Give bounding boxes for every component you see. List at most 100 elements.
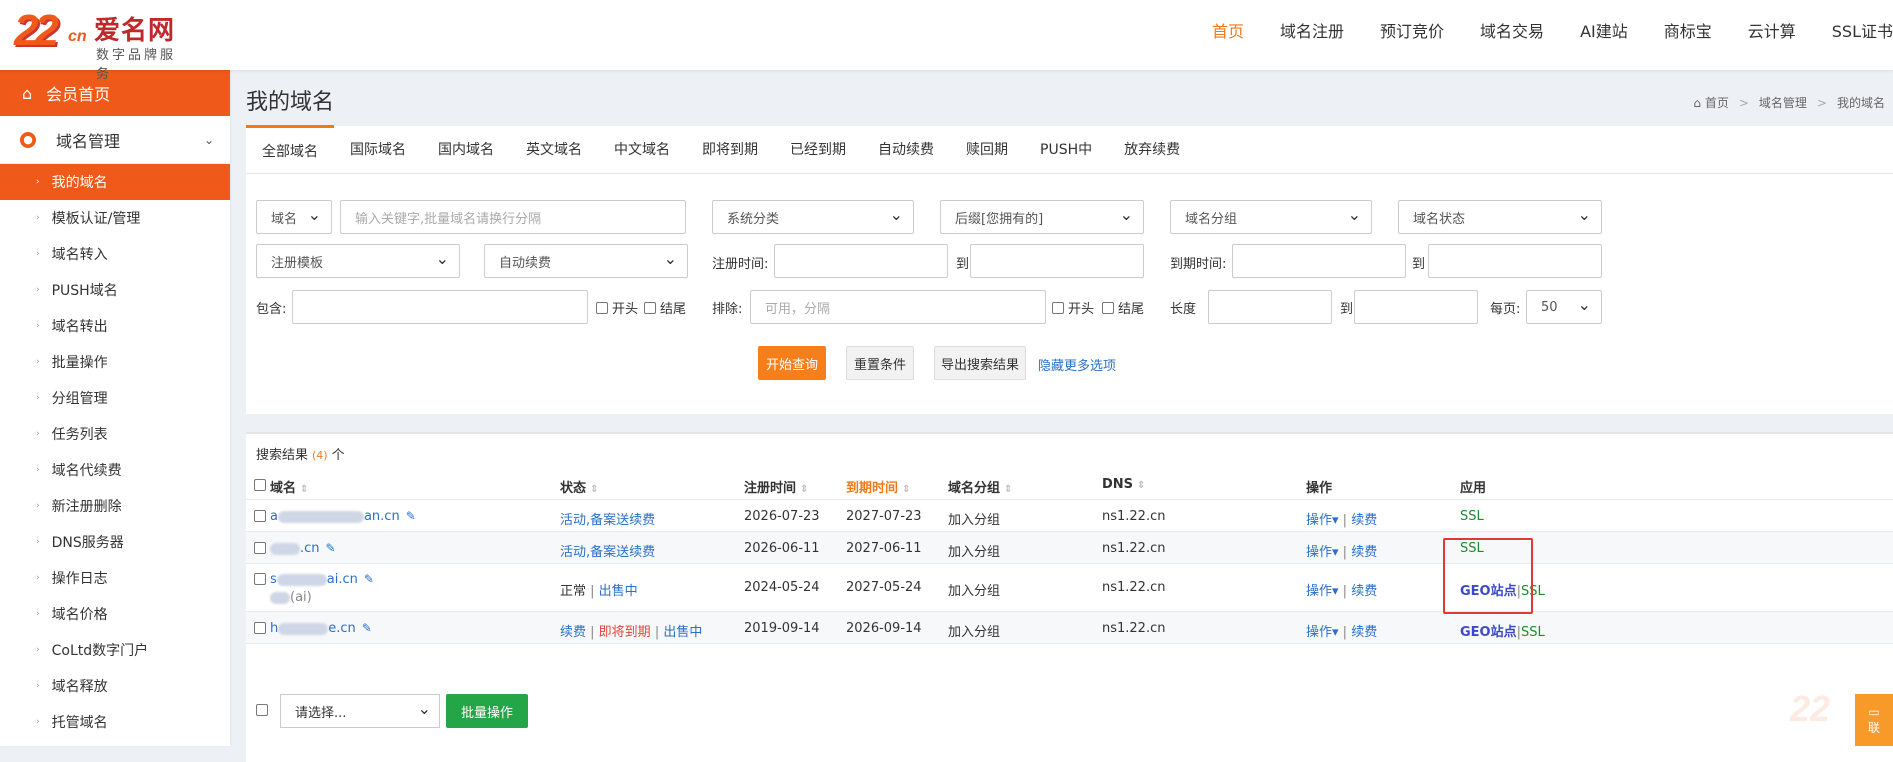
status-select[interactable]: 域名状态 xyxy=(1398,200,1602,234)
template-select[interactable]: 注册模板 xyxy=(256,244,460,278)
sidebar-item-14[interactable]: › 域名释放 xyxy=(0,668,230,704)
hide-more-options-link[interactable]: 隐藏更多选项 xyxy=(1038,355,1116,374)
contain-input[interactable] xyxy=(292,290,588,324)
select-all-checkbox[interactable] xyxy=(254,479,266,491)
operation-dropdown[interactable]: 操作▾ | 续费 xyxy=(1306,621,1377,640)
tab-7[interactable]: 自动续费 xyxy=(862,125,950,173)
group-select[interactable]: 域名分组 xyxy=(1170,200,1372,234)
operation-dropdown[interactable]: 操作▾ | 续费 xyxy=(1306,541,1377,560)
column-header-5[interactable]: DNS ⇕ xyxy=(1102,477,1145,492)
float-chat-button[interactable]: ▭ 联 xyxy=(1855,694,1893,746)
domain-name-link[interactable]: h e.cn ✎ xyxy=(270,621,372,636)
tab-1[interactable]: 国际域名 xyxy=(334,125,422,173)
topnav-item-6[interactable]: 云计算 xyxy=(1748,18,1796,42)
sidebar-item-1[interactable]: › 模板认证/管理 xyxy=(0,200,230,236)
add-group-link[interactable]: 加入分组 xyxy=(948,621,1000,640)
tab-4[interactable]: 中文域名 xyxy=(598,125,686,173)
status-tag[interactable]: 续费 xyxy=(560,625,586,640)
length-max-input[interactable] xyxy=(1354,290,1478,324)
search-button[interactable]: 开始查询 xyxy=(758,346,826,380)
reg-time-start-input[interactable] xyxy=(774,244,948,278)
reg-time-end-input[interactable] xyxy=(970,244,1144,278)
length-min-input[interactable] xyxy=(1208,290,1332,324)
keyword-input[interactable]: 输入关键字,批量域名请换行分隔 xyxy=(340,200,686,234)
add-group-link[interactable]: 加入分组 xyxy=(948,509,1000,528)
tab-6[interactable]: 已经到期 xyxy=(774,125,862,173)
autorenew-select[interactable]: 自动续费 xyxy=(484,244,688,278)
edit-icon[interactable]: ✎ xyxy=(406,509,416,523)
app-link[interactable]: SSL xyxy=(1521,625,1545,640)
topnav-item-1[interactable]: 域名注册 xyxy=(1280,18,1344,42)
tab-5[interactable]: 即将到期 xyxy=(686,125,774,173)
sidebar-item-9[interactable]: › 新注册删除 xyxy=(0,488,230,524)
column-header-4[interactable]: 域名分组 ⇕ xyxy=(948,477,1012,496)
topnav-item-3[interactable]: 域名交易 xyxy=(1480,18,1544,42)
edit-icon[interactable]: ✎ xyxy=(364,572,374,586)
bulk-select-all-checkbox[interactable] xyxy=(256,704,268,716)
status-tag[interactable]: 出售中 xyxy=(663,625,702,640)
bulk-action-select[interactable]: 请选择... xyxy=(280,694,440,728)
tab-8[interactable]: 赎回期 xyxy=(950,125,1024,173)
sidebar-item-15[interactable]: › 托管域名 xyxy=(0,704,230,740)
sidebar-item-12[interactable]: › 域名价格 xyxy=(0,596,230,632)
contain-start-checkbox[interactable]: 开头 xyxy=(596,298,638,317)
exclude-input[interactable]: 可用，分隔 xyxy=(750,290,1046,324)
logo[interactable]: 22 cn 爱名网 数字品牌服务 xyxy=(14,6,184,82)
exp-time-start-input[interactable] xyxy=(1232,244,1406,278)
sidebar-item-8[interactable]: › 域名代续费 xyxy=(0,452,230,488)
tab-3[interactable]: 英文域名 xyxy=(510,125,598,173)
domain-name-link[interactable]: .cn ✎ xyxy=(270,541,336,556)
breadcrumb-domain-management[interactable]: 域名管理 xyxy=(1759,96,1807,110)
sidebar-item-2[interactable]: › 域名转入 xyxy=(0,236,230,272)
breadcrumb-home[interactable]: 首页 xyxy=(1705,96,1729,110)
sidebar-item-4[interactable]: › 域名转出 xyxy=(0,308,230,344)
topnav-item-0[interactable]: 首页 xyxy=(1212,18,1244,42)
tab-2[interactable]: 国内域名 xyxy=(422,125,510,173)
edit-icon[interactable]: ✎ xyxy=(362,621,372,635)
perpage-select[interactable]: 50 xyxy=(1526,290,1602,324)
sidebar-item-6[interactable]: › 分组管理 xyxy=(0,380,230,416)
column-header-0[interactable]: 域名 ⇕ xyxy=(270,477,308,496)
domain-name-link[interactable]: s ai.cn ✎ xyxy=(270,572,374,587)
column-header-1[interactable]: 状态 ⇕ xyxy=(560,477,598,496)
topnav-item-2[interactable]: 预订竞价 xyxy=(1380,18,1444,42)
contain-end-checkbox[interactable]: 结尾 xyxy=(644,298,686,317)
status-tag[interactable]: 活动,备案送续费 xyxy=(560,545,655,560)
sidebar-item-7[interactable]: › 任务列表 xyxy=(0,416,230,452)
suffix-select[interactable]: 后缀[您拥有的] xyxy=(940,200,1144,234)
tab-9[interactable]: PUSH中 xyxy=(1024,125,1108,173)
add-group-link[interactable]: 加入分组 xyxy=(948,580,1000,599)
category-select[interactable]: 系统分类 xyxy=(712,200,914,234)
app-link[interactable]: GEO站点 xyxy=(1460,625,1517,640)
tab-0[interactable]: 全部域名 xyxy=(246,125,334,173)
exp-time-end-input[interactable] xyxy=(1428,244,1602,278)
column-header-2[interactable]: 注册时间 ⇕ xyxy=(744,477,808,496)
row-checkbox[interactable] xyxy=(254,542,266,554)
add-group-link[interactable]: 加入分组 xyxy=(948,541,1000,560)
topnav-item-5[interactable]: 商标宝 xyxy=(1664,18,1712,42)
sidebar-item-10[interactable]: › DNS服务器 xyxy=(0,524,230,560)
topnav-item-4[interactable]: AI建站 xyxy=(1580,18,1628,42)
column-header-3[interactable]: 到期时间 ⇕ xyxy=(846,477,910,496)
row-checkbox[interactable] xyxy=(254,573,266,585)
exclude-start-checkbox[interactable]: 开头 xyxy=(1052,298,1094,317)
status-tag[interactable]: 活动,备案送续费 xyxy=(560,513,655,528)
bulk-action-button[interactable]: 批量操作 xyxy=(446,694,528,728)
domain-name-link[interactable]: a an.cn ✎ xyxy=(270,509,416,524)
operation-dropdown[interactable]: 操作▾ | 续费 xyxy=(1306,580,1377,599)
edit-icon[interactable]: ✎ xyxy=(326,541,336,555)
sidebar-group-domain-management[interactable]: ● 域名管理 ⌄ xyxy=(0,116,230,164)
tab-10[interactable]: 放弃续费 xyxy=(1108,125,1196,173)
operation-dropdown[interactable]: 操作▾ | 续费 xyxy=(1306,509,1377,528)
sidebar-item-5[interactable]: › 批量操作 xyxy=(0,344,230,380)
app-link[interactable]: SSL xyxy=(1460,509,1484,524)
row-checkbox[interactable] xyxy=(254,510,266,522)
topnav-item-7[interactable]: SSL证书 xyxy=(1832,18,1893,42)
row-checkbox[interactable] xyxy=(254,622,266,634)
sidebar-item-11[interactable]: › 操作日志 xyxy=(0,560,230,596)
reset-button[interactable]: 重置条件 xyxy=(846,346,914,380)
exclude-end-checkbox[interactable]: 结尾 xyxy=(1102,298,1144,317)
status-tag[interactable]: 出售中 xyxy=(599,584,638,599)
status-tag[interactable]: 即将到期 xyxy=(599,625,651,640)
sidebar-item-13[interactable]: › CoLtd数字门户 xyxy=(0,632,230,668)
